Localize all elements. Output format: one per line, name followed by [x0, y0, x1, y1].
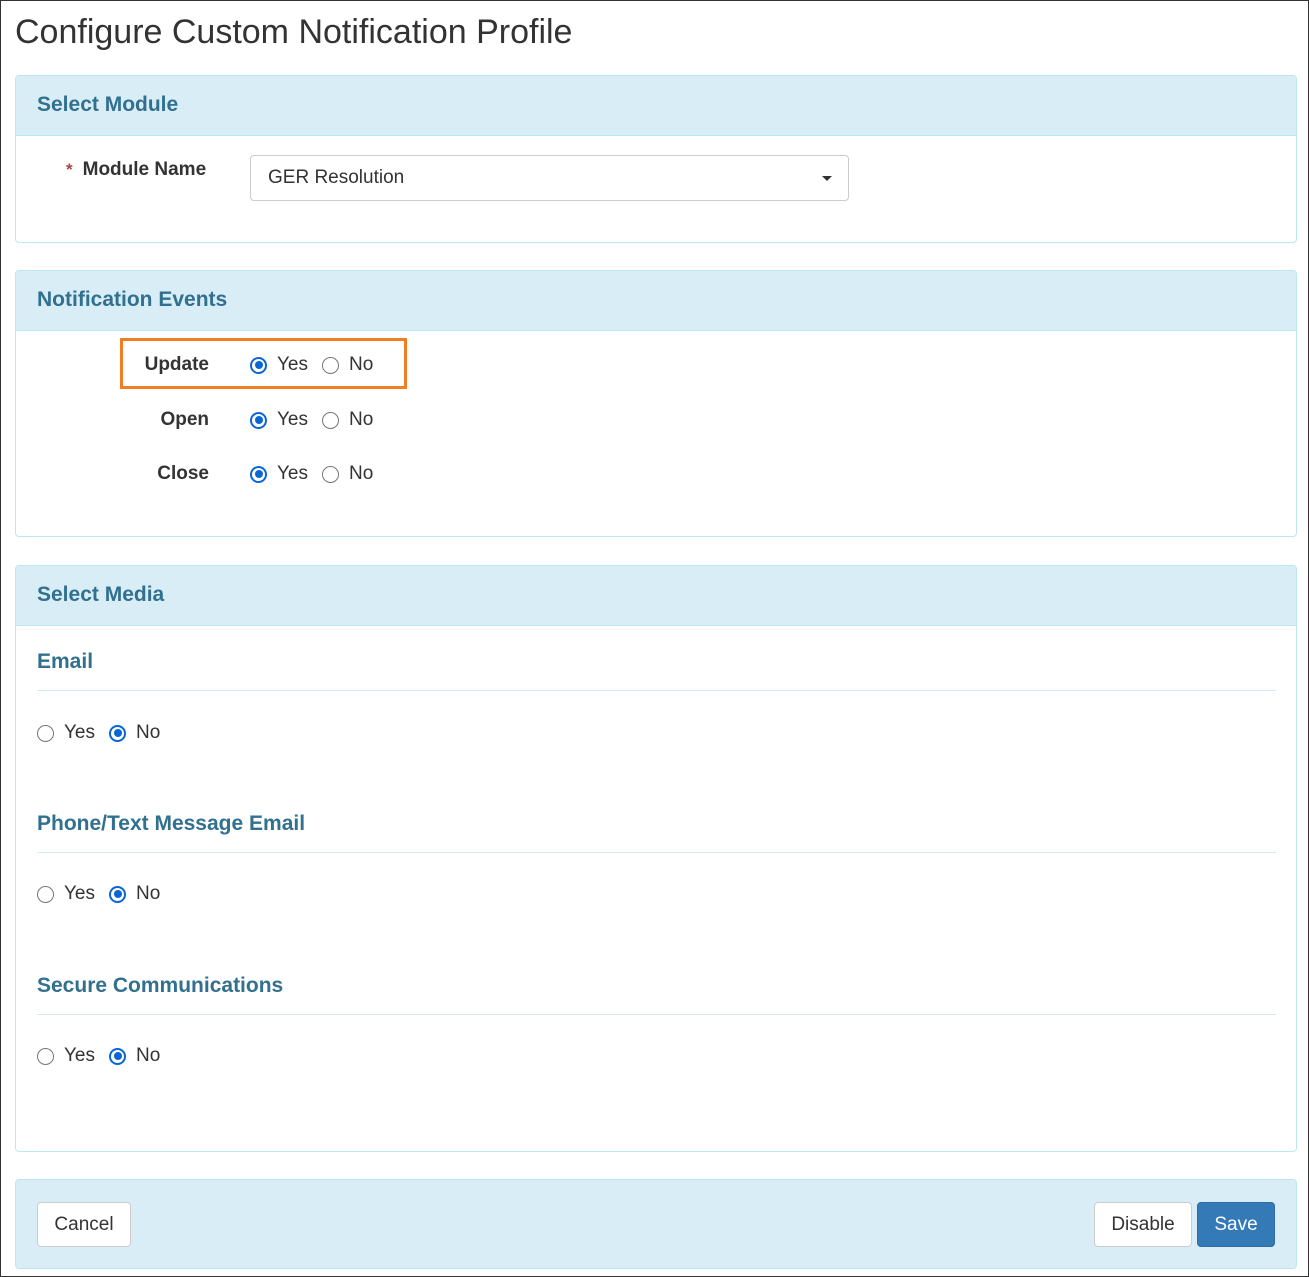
secure-communications-radio-group: Yes No — [37, 1045, 160, 1067]
close-no-option[interactable]: No — [322, 463, 373, 485]
divider — [37, 852, 1276, 853]
media-title-phone-text: Phone/Text Message Email — [37, 812, 306, 835]
email-radio-group: Yes No — [37, 722, 160, 744]
notification-events-heading: Notification Events — [16, 271, 1296, 331]
email-no-label: No — [136, 722, 161, 743]
phone-text-yes-label: Yes — [64, 883, 95, 904]
secure-communications-no-radio[interactable] — [109, 1047, 126, 1065]
page-title: Configure Custom Notification Profile — [15, 13, 573, 51]
open-yes-label: Yes — [277, 409, 308, 430]
event-label-close: Close — [157, 463, 209, 484]
chevron-down-icon — [822, 176, 832, 181]
open-no-radio[interactable] — [322, 411, 339, 429]
event-label-open: Open — [160, 409, 209, 430]
required-mark: * — [66, 160, 73, 179]
update-no-option[interactable]: No — [322, 354, 373, 376]
secure-communications-yes-label: Yes — [64, 1045, 95, 1066]
email-no-radio[interactable] — [109, 724, 126, 742]
event-label-update: Update — [144, 354, 209, 375]
phone-text-no-label: No — [136, 883, 161, 904]
close-no-label: No — [349, 463, 374, 484]
open-yes-radio[interactable] — [250, 411, 267, 429]
footer-bar: Cancel Disable Save — [15, 1179, 1297, 1269]
close-yes-label: Yes — [277, 463, 308, 484]
media-title-secure-communications: Secure Communications — [37, 974, 284, 997]
module-name-select[interactable]: GER Resolution — [250, 155, 849, 201]
close-no-radio[interactable] — [322, 465, 339, 483]
module-name-label: * Module Name — [66, 159, 207, 180]
open-no-label: No — [349, 409, 374, 430]
close-yes-option[interactable]: Yes — [250, 463, 308, 485]
update-yes-radio[interactable] — [250, 356, 267, 374]
select-module-panel: Select Module * Module Name GER Resolutio… — [15, 75, 1297, 243]
divider — [37, 690, 1276, 691]
update-no-radio[interactable] — [322, 356, 339, 374]
disable-button[interactable]: Disable — [1094, 1202, 1192, 1247]
email-yes-radio[interactable] — [37, 724, 54, 742]
select-media-heading: Select Media — [16, 566, 1296, 626]
email-no-option[interactable]: No — [109, 722, 160, 744]
update-no-label: No — [349, 354, 374, 375]
open-yes-option[interactable]: Yes — [250, 409, 308, 431]
secure-communications-no-label: No — [136, 1045, 161, 1066]
select-module-heading: Select Module — [16, 76, 1296, 136]
notification-events-panel: Notification Events Update Yes No Open Y… — [15, 270, 1297, 537]
module-name-value: GER Resolution — [268, 167, 405, 188]
secure-communications-yes-option[interactable]: Yes — [37, 1045, 95, 1067]
update-radio-group: Yes No — [250, 354, 373, 376]
email-yes-option[interactable]: Yes — [37, 722, 95, 744]
open-radio-group: Yes No — [250, 409, 373, 431]
phone-text-yes-radio[interactable] — [37, 885, 54, 903]
close-radio-group: Yes No — [250, 463, 373, 485]
phone-text-yes-option[interactable]: Yes — [37, 883, 95, 905]
divider — [37, 1014, 1276, 1015]
media-title-email: Email — [37, 650, 94, 673]
secure-communications-no-option[interactable]: No — [109, 1045, 160, 1067]
phone-text-no-option[interactable]: No — [109, 883, 160, 905]
cancel-button[interactable]: Cancel — [37, 1202, 131, 1247]
email-yes-label: Yes — [64, 722, 95, 743]
save-button[interactable]: Save — [1197, 1202, 1275, 1247]
close-yes-radio[interactable] — [250, 465, 267, 483]
phone-text-radio-group: Yes No — [37, 883, 160, 905]
update-yes-option[interactable]: Yes — [250, 354, 308, 376]
secure-communications-yes-radio[interactable] — [37, 1047, 54, 1065]
open-no-option[interactable]: No — [322, 409, 373, 431]
select-media-panel: Select Media Email Yes No Phone/Text Mes… — [15, 565, 1297, 1152]
update-yes-label: Yes — [277, 354, 308, 375]
phone-text-no-radio[interactable] — [109, 885, 126, 903]
